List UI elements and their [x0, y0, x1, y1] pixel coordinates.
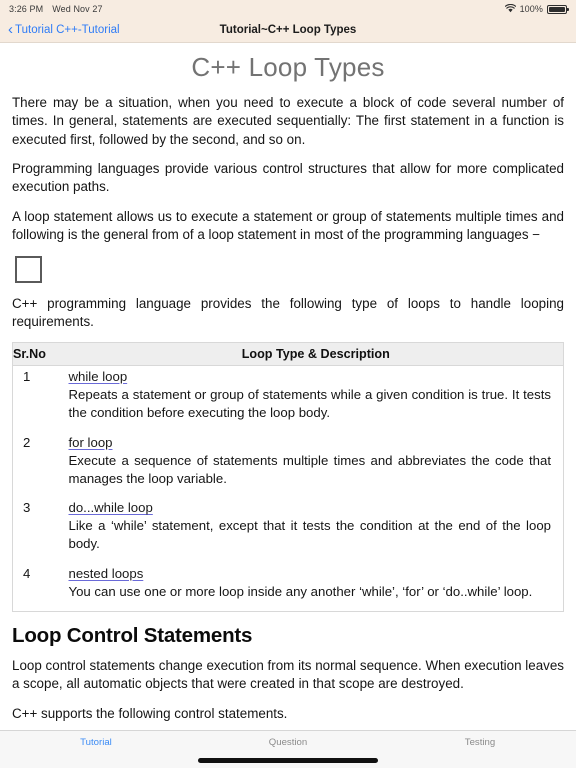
chevron-left-icon: ‹	[8, 21, 13, 38]
row-srno: 3	[23, 500, 31, 516]
loop-type-link[interactable]: for loop	[69, 435, 113, 450]
tab-tutorial[interactable]: Tutorial	[0, 737, 192, 748]
row-content: do...while loop Like a ‘while’ statement…	[69, 497, 564, 563]
column-header-description: Loop Type & Description	[68, 342, 564, 367]
home-indicator[interactable]	[198, 758, 378, 763]
article-paragraph: C++ programming language provides the fo…	[12, 295, 564, 329]
loop-type-link[interactable]: nested loops	[69, 566, 144, 581]
row-srno: 1	[23, 369, 31, 385]
loop-type-description: Like a ‘while’ statement, except that it…	[68, 518, 552, 552]
tab-bar: Tutorial Question Testing	[0, 730, 576, 768]
battery-full-icon	[547, 4, 569, 14]
status-date: Wed Nov 27	[52, 4, 103, 14]
section-paragraph: C++ supports the following control state…	[12, 705, 288, 721]
article-paragraph: A loop statement allows us to execute a …	[12, 208, 564, 243]
back-button-label: Tutorial C++-Tutorial	[15, 24, 120, 36]
loop-type-link[interactable]: while loop	[69, 369, 128, 384]
article-title: C++ Loop Types	[191, 52, 385, 82]
tab-question[interactable]: Question	[192, 737, 384, 748]
loop-type-link[interactable]: do...while loop	[69, 500, 153, 515]
broken-image-placeholder	[15, 255, 42, 283]
table-row: 2 for loop Execute a sequence of stateme…	[13, 432, 564, 498]
column-header-srno: Sr.No	[12, 342, 69, 367]
article-paragraph: Programming languages provide various co…	[12, 161, 564, 195]
status-bar: 3:26 PM Wed Nov 27 100%	[0, 0, 576, 18]
table-row: 4 nested loops You can use one or more l…	[13, 563, 564, 611]
table-row: 3 do...while loop Like a ‘while’ stateme…	[13, 497, 564, 563]
row-srno: 2	[23, 434, 31, 450]
article-paragraph: There may be a situation, when you need …	[12, 95, 564, 147]
table-header-row: Sr.No Loop Type & Description	[12, 342, 564, 367]
row-content: while loop Repeats a statement or group …	[69, 366, 564, 432]
row-srno: 4	[23, 566, 31, 582]
article-scroll-area[interactable]: C++ Loop Types There may be a situation,…	[0, 43, 576, 730]
section-paragraph: Loop control statements change execution…	[12, 657, 564, 692]
wifi-icon	[504, 3, 516, 15]
section-heading: Loop Control Statements	[12, 623, 253, 647]
row-content: for loop Execute a sequence of statement…	[69, 432, 564, 498]
table-row: 1 while loop Repeats a statement or grou…	[13, 366, 564, 432]
loop-type-description: Execute a sequence of statements multipl…	[68, 452, 552, 486]
loop-types-table: Sr.No Loop Type & Description 1 while lo…	[12, 342, 564, 612]
tab-testing[interactable]: Testing	[384, 737, 576, 748]
row-content: nested loops You can use one or more loo…	[69, 563, 564, 611]
back-button[interactable]: ‹ Tutorial C++-Tutorial	[8, 21, 120, 38]
loop-type-description: Repeats a statement or group of statemen…	[68, 387, 552, 421]
loop-type-description: You can use one or more loop inside any …	[68, 584, 533, 600]
battery-percent-label: 100%	[519, 4, 543, 14]
status-time: 3:26 PM	[9, 4, 44, 14]
navigation-bar: ‹ Tutorial C++-Tutorial Tutorial~C++ Loo…	[0, 18, 576, 43]
app-window: 3:26 PM Wed Nov 27 100% ‹ Tutorial C++-T…	[0, 0, 576, 768]
